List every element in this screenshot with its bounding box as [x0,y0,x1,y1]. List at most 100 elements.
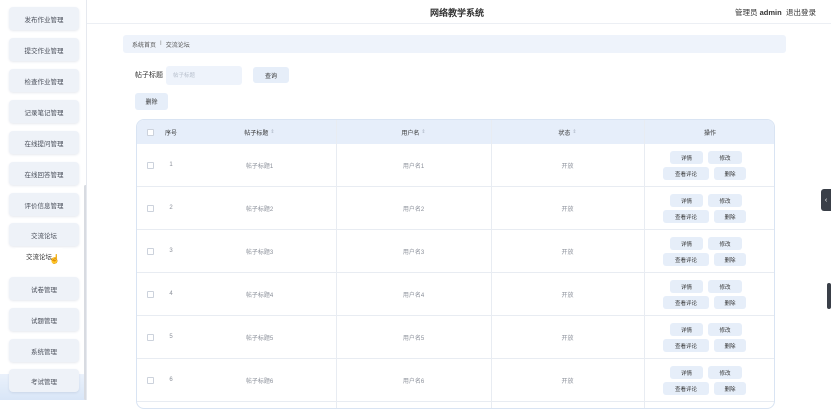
detail-button[interactable]: 详情 [670,280,703,293]
cell-username: 用户名4 [402,292,425,299]
sidebar-item-notes[interactable]: 记录笔记管理 [9,100,79,123]
top-header: 网络教学系统 管理员 admin 退出登录 [87,0,831,24]
batch-delete-button[interactable]: 删除 [135,93,168,110]
cell-status: 开放 [561,335,574,342]
cell-username: 用户名1 [402,163,425,170]
breadcrumb-current: 交流论坛 [165,42,190,49]
row-checkbox[interactable] [147,162,154,169]
edit-button[interactable]: 修改 [708,323,742,336]
delete-button[interactable]: 删除 [714,167,746,180]
app-title: 网络教学系统 [430,8,485,18]
cell-index: 3 [169,248,173,254]
edit-button[interactable]: 修改 [708,366,742,379]
header-index: 序号 [164,130,177,137]
delete-button[interactable]: 删除 [714,210,746,223]
table-row: 5 帖子标题5 用户名5 开放 详情 修改查看评论 删除 [137,316,774,359]
sidebar-item-answers[interactable]: 在线回答管理 [9,162,79,185]
row-checkbox[interactable] [147,248,154,255]
search-input[interactable] [166,66,242,85]
sort-icon: ⇕ [421,129,426,135]
cell-username: 用户名3 [402,249,425,256]
view-comments-button[interactable]: 查看评论 [663,339,709,352]
detail-button[interactable]: 详情 [670,194,703,207]
sidebar-item-check-homework[interactable]: 检查作业管理 [9,69,79,92]
detail-button[interactable]: 详情 [670,323,703,336]
cell-index: 6 [169,377,173,383]
view-comments-button[interactable]: 查看评论 [663,167,709,180]
sidebar-scrollbar[interactable] [84,185,86,400]
sidebar-item-publish-homework[interactable]: 发布作业管理 [9,7,79,30]
row-checkbox[interactable] [147,291,154,298]
table-row: 2 帖子标题2 用户名2 开放 详情 修改 查看评论 删除 [137,187,774,230]
table-header: 序号 帖子标题 ⇕ 用户名 ⇕ 状态 ⇕ 操作 [137,120,774,144]
cell-index: 5 [169,334,173,340]
table-row: 6 帖子标题6 用户名6 开放 详情 修改查看评论 删除 [137,359,774,402]
sidebar-item-submit-homework[interactable]: 提交作业管理 [9,38,79,61]
collapse-panel-toggle[interactable]: ‹ [821,189,831,211]
detail-button[interactable]: 详情 [670,237,703,250]
header-username[interactable]: 用户名 ⇕ [336,120,491,144]
edit-button[interactable]: 修改 [708,151,742,164]
view-comments-button[interactable]: 查看评论 [663,210,709,223]
sidebar-item-questions[interactable]: 在线提问管理 [9,131,79,154]
cell-username: 用户名6 [402,378,425,385]
cell-title: 帖子标题1 [245,163,274,170]
breadcrumb-separator: I [160,41,162,47]
select-all-checkbox[interactable] [147,129,154,136]
forum-table: 序号 帖子标题 ⇕ 用户名 ⇕ 状态 ⇕ 操作 1 帖子标题1 用户名1 开放 详情 修改 查看评… [136,119,775,409]
sidebar-item-system[interactable]: 系统管理 [9,339,79,362]
sidebar-item-forum[interactable]: 交流论坛 [9,223,79,246]
edit-button[interactable]: 修改 [708,280,742,293]
table-row: 4 帖子标题4 用户名4 开放 详情 修改查看评论 删除 [137,273,774,316]
row-checkbox[interactable] [147,334,154,341]
cell-title: 帖子标题3 [245,249,274,256]
cell-username: 用户名2 [402,206,425,213]
delete-button[interactable]: 删除 [714,296,746,309]
user-info: 管理员 admin [735,7,782,18]
sort-icon: ⇕ [270,129,275,135]
header-status-label: 状态 [558,130,571,137]
header-status[interactable]: 状态 ⇕ [491,120,644,144]
sidebar-item-exams[interactable]: 考试管理 [9,369,79,392]
cell-index: 4 [169,291,173,297]
edit-button[interactable]: 修改 [708,237,742,250]
view-comments-button[interactable]: 查看评论 [663,253,709,266]
cell-status: 开放 [561,378,574,385]
cell-username: 用户名5 [402,335,425,342]
view-comments-button[interactable]: 查看评论 [663,296,709,309]
sidebar-item-papers[interactable]: 试卷管理 [9,277,79,300]
detail-button[interactable]: 详情 [670,366,703,379]
header-title[interactable]: 帖子标题 ⇕ [183,120,336,144]
table-row: 3 帖子标题3 用户名3 开放 详情 修改查看评论 删除 [137,230,774,273]
cell-title: 帖子标题5 [245,335,274,342]
row-checkbox[interactable] [147,377,154,384]
header-actions: 操作 [703,130,716,137]
delete-button[interactable]: 删除 [714,253,746,266]
cell-status: 开放 [561,292,574,299]
cell-status: 开放 [561,163,574,170]
sidebar-item-questions-bank[interactable]: 试题管理 [9,308,79,331]
row-checkbox[interactable] [147,205,154,212]
cell-title: 帖子标题4 [245,292,274,299]
cell-status: 开放 [561,249,574,256]
sidebar: 发布作业管理 提交作业管理 检查作业管理 记录笔记管理 在线提问管理 在线回答管… [0,0,87,400]
delete-button[interactable]: 删除 [714,382,746,395]
search-label: 帖子标题 [135,72,163,79]
cell-title: 帖子标题6 [245,378,274,385]
detail-button[interactable]: 详情 [670,151,703,164]
user-role: 管理员 [735,8,758,17]
logout-link[interactable]: 退出登录 [786,7,816,18]
sort-icon: ⇕ [572,129,577,135]
cell-index: 2 [169,205,173,211]
view-comments-button[interactable]: 查看评论 [663,382,709,395]
page-scrollbar[interactable] [827,283,831,309]
header-title-label: 帖子标题 [244,130,269,137]
breadcrumb-home[interactable]: 系统首页 [132,40,156,49]
table-row: 1 帖子标题1 用户名1 开放 详情 修改 查看评论 删除 [137,144,774,187]
edit-button[interactable]: 修改 [708,194,742,207]
sidebar-item-reviews[interactable]: 评价信息管理 [9,193,79,216]
query-button[interactable]: 查询 [253,67,289,83]
cell-status: 开放 [561,206,574,213]
delete-button[interactable]: 删除 [714,339,746,352]
hand-cursor-icon: ☝ [49,254,61,264]
